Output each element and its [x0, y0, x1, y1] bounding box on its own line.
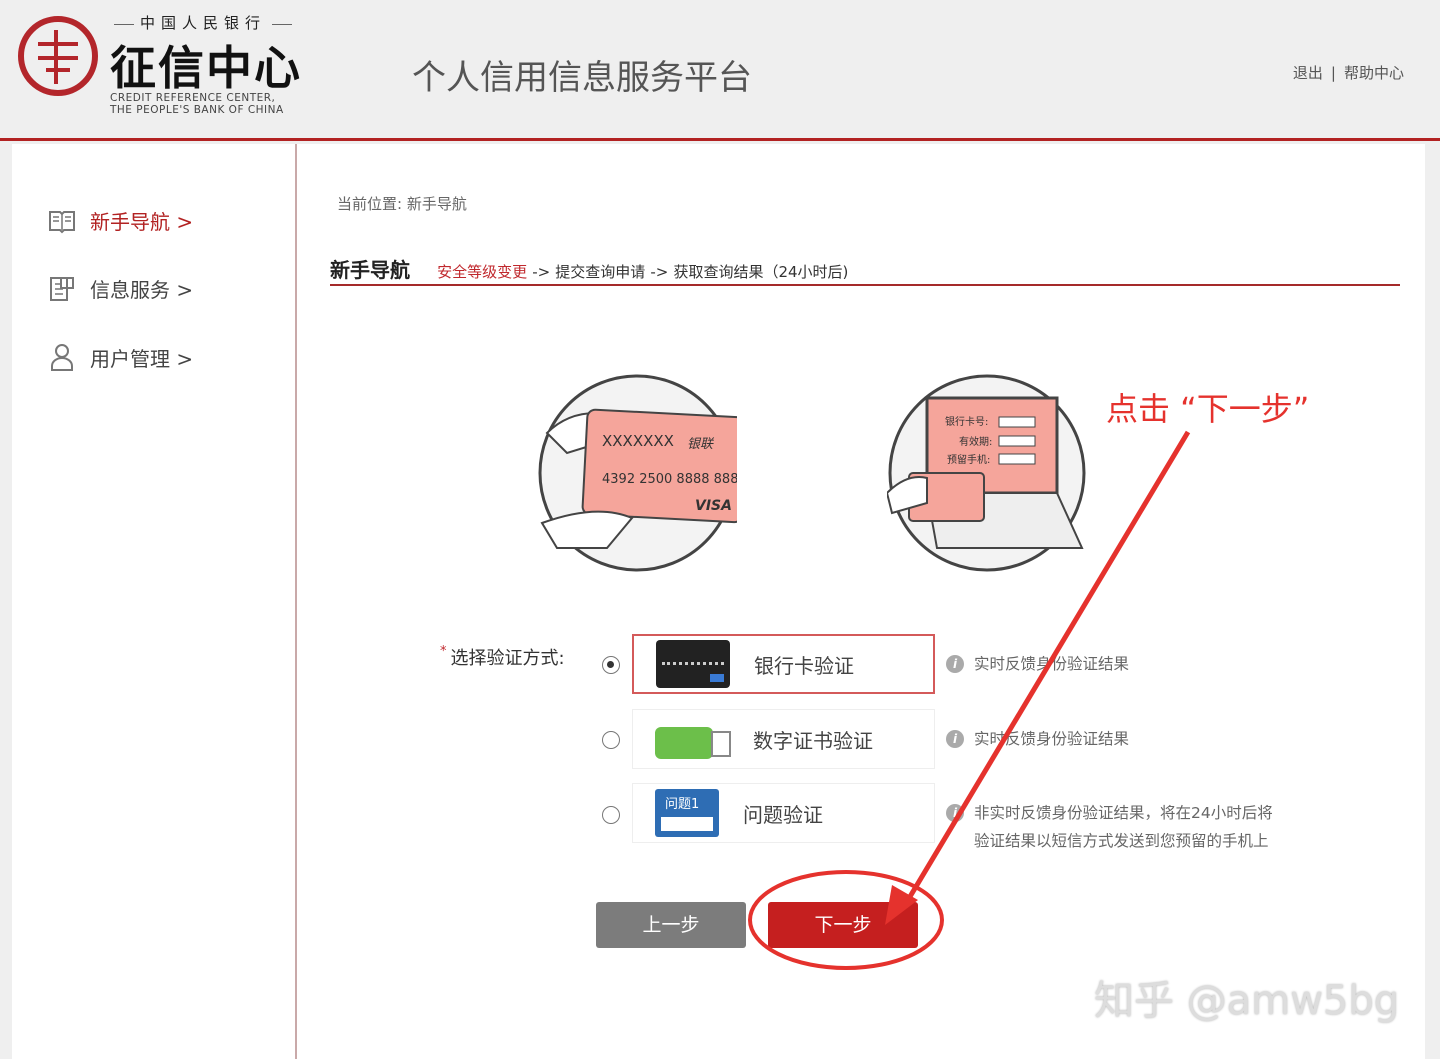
tip-question: i 非实时反馈身份验证结果，将在24小时后将验证结果以短信方式发送到您预留的手机上 [946, 799, 1273, 855]
card-name-text: XXXXXXX [602, 432, 674, 450]
seal-icon [18, 16, 98, 96]
option-bank-card[interactable]: 银行卡验证 [632, 634, 935, 694]
radio-bank-card[interactable] [602, 656, 620, 674]
step-arrow: -> [532, 263, 550, 281]
radio-question[interactable] [602, 806, 620, 824]
form-card-no-text: 银行卡号: [945, 415, 988, 428]
document-icon [48, 275, 76, 303]
sidebar-item-info-service[interactable]: 信息服务 > [48, 274, 193, 303]
org-name: 中国人民银行 [108, 12, 298, 33]
next-step-button[interactable]: 下一步 [768, 902, 918, 948]
breadcrumb: 当前位置: 新手导航 [337, 193, 467, 214]
sidebar-item-user-management[interactable]: 用户管理 > [48, 342, 193, 372]
card-unionpay-text: 银联 [687, 437, 715, 452]
watermark: 知乎 @amw5bg [1094, 968, 1399, 1026]
option-label: 银行卡验证 [754, 650, 854, 679]
question-card-icon: 问题1 [655, 789, 719, 837]
question-icon-text: 问题1 [665, 797, 699, 812]
brand-name: 征信中心 [110, 32, 302, 98]
info-icon: i [946, 804, 964, 822]
verify-method-label-text: 选择验证方式: [451, 648, 565, 669]
top-links: 退出 | 帮助中心 [1293, 62, 1404, 83]
tip-digital-certificate: i 实时反馈身份验证结果 [946, 725, 1129, 753]
logo[interactable]: 中国人民银行 征信中心 CREDIT REFERENCE CENTER,THE … [16, 12, 316, 122]
sidebar: 新手导航 > 信息服务 > 用户管理 > [12, 144, 297, 1059]
step-get-result: 获取查询结果（24小时后) [673, 263, 848, 281]
sidebar-item-beginner-guide[interactable]: 新手导航 > [48, 206, 193, 235]
laptop-form-illustration: 银行卡号: 有效期: 预留手机: [887, 373, 1087, 573]
tip-text: 实时反馈身份验证结果 [974, 650, 1129, 678]
tip-text-line1: 非实时反馈身份验证结果，将在24小时后将 [974, 804, 1273, 822]
step-submit-query: 提交查询申请 [555, 263, 645, 281]
separator: | [1331, 64, 1336, 82]
info-icon: i [946, 730, 964, 748]
prev-step-button[interactable]: 上一步 [596, 902, 746, 948]
form-expiry-text: 有效期: [959, 435, 992, 448]
platform-title: 个人信用信息服务平台 [412, 50, 752, 99]
tip-text: 实时反馈身份验证结果 [974, 725, 1129, 753]
user-icon [48, 342, 76, 372]
info-icon: i [946, 655, 964, 673]
help-center-link[interactable]: 帮助中心 [1344, 64, 1404, 82]
tip-text: 非实时反馈身份验证结果，将在24小时后将验证结果以短信方式发送到您预留的手机上 [974, 799, 1273, 855]
form-phone-text: 预留手机: [947, 453, 990, 466]
section-title: 新手导航 [330, 258, 410, 282]
card-brand-text: VISA [695, 498, 732, 514]
option-question[interactable]: 问题1 问题验证 [632, 783, 935, 843]
card-number-text: 4392 2500 8888 888 [602, 472, 737, 487]
step-guide: 新手导航 安全等级变更 -> 提交查询申请 -> 获取查询结果（24小时后) [330, 254, 1400, 286]
option-digital-certificate[interactable]: 数字证书验证 [632, 709, 935, 769]
required-mark: * [440, 644, 447, 659]
bank-card-illustration: XXXXXXX 银联 4392 2500 8888 888 VISA [537, 373, 737, 573]
radio-digital-certificate[interactable] [602, 731, 620, 749]
annotation-click-next: 点击 “下一步” [1106, 384, 1309, 430]
option-label: 数字证书验证 [753, 725, 873, 754]
step-arrow: -> [650, 263, 668, 281]
step-security-level[interactable]: 安全等级变更 [437, 263, 527, 281]
logout-link[interactable]: 退出 [1293, 64, 1323, 82]
verify-method-label: * 选择验证方式: [440, 644, 565, 670]
tip-text-line2: 验证结果以短信方式发送到您预留的手机上 [974, 832, 1269, 850]
tip-bank-card: i 实时反馈身份验证结果 [946, 650, 1129, 678]
bank-card-icon [656, 640, 730, 688]
site-header: 中国人民银行 征信中心 CREDIT REFERENCE CENTER,THE … [0, 0, 1440, 141]
usb-key-icon [655, 715, 729, 763]
book-icon [48, 208, 76, 234]
brand-english: CREDIT REFERENCE CENTER,THE PEOPLE'S BAN… [110, 92, 284, 116]
option-label: 问题验证 [743, 799, 823, 828]
